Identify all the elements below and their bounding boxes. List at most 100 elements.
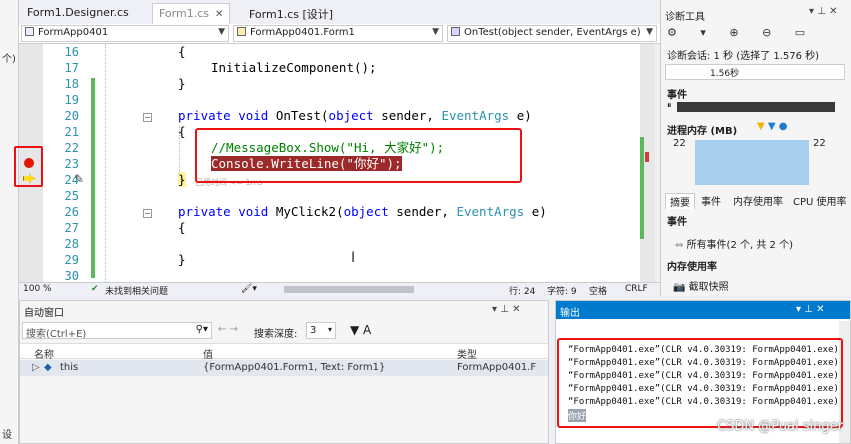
code-line: private void OnTest(object sender, Event…	[178, 108, 532, 123]
close-icon[interactable]: ✕	[215, 9, 223, 20]
chevron-down-icon: ▼	[218, 27, 225, 37]
left-tool-strip: 个) 设	[0, 0, 19, 444]
timeline-ruler[interactable]: 1.56秒	[665, 64, 845, 80]
panel-controls[interactable]: ▾ ⊥ ✕	[492, 304, 520, 315]
line-ending: CRLF	[625, 284, 648, 294]
line-number: 21	[64, 125, 79, 139]
document-tabs: Form1.Designer.cs Form1.cs ✕ Form1.cs [设计…	[19, 0, 660, 24]
member-dropdown[interactable]: OnTest(object sender, EventArgs e) ▼	[447, 25, 657, 42]
horizontal-scrollbar[interactable]	[284, 286, 414, 293]
panel-controls[interactable]: ▾ ⊥ ✕	[796, 304, 824, 315]
table-row[interactable]: ▷ ◆ this {FormApp0401.Form1, Text: Form1…	[20, 360, 548, 376]
line-number: 19	[64, 93, 79, 107]
diag-tab[interactable]: 内存使用率	[729, 193, 787, 208]
zoom-level[interactable]: 100 %	[23, 284, 52, 294]
take-snapshot-button[interactable]: 📷 截取快照	[673, 278, 729, 293]
line-number: 30	[64, 269, 79, 282]
gutter-highlight-box	[14, 146, 43, 187]
diagnostic-tools-panel: 诊断工具 ▾ ⊥ ✕ ⚙ ▾ ⊕ ⊖ ▭ 诊断会话: 1 秒 (选择了 1.57…	[660, 0, 851, 296]
memory-chart	[695, 140, 809, 185]
search-input[interactable]: 搜索(Ctrl+E) ⚲▾	[22, 322, 212, 340]
pencil-icon: ✎	[74, 172, 85, 186]
filter-icon[interactable]: ▼ A	[350, 323, 371, 337]
column-header-type[interactable]: 类型	[457, 346, 477, 361]
left-strip-label-2: 设	[2, 430, 12, 441]
output-highlight-box	[557, 338, 843, 428]
line-number: 23	[64, 157, 79, 171]
column-number: 字符: 9	[547, 287, 577, 297]
tab-label: Form1.cs	[159, 7, 209, 20]
code-line: }	[178, 76, 186, 91]
timeline-label: 1.56秒	[710, 69, 740, 79]
csharp-project-icon	[25, 27, 34, 36]
search-depth-label: 搜索深度:	[254, 329, 298, 340]
pause-icon: ⏸	[667, 101, 672, 111]
line-number: 18	[64, 77, 79, 91]
code-line: private void MyClick2(object sender, Eve…	[178, 204, 547, 219]
panel-controls[interactable]: ▾ ⊥ ✕	[809, 6, 837, 17]
object-icon: ◆	[44, 362, 52, 373]
watermark: CSDN @Pual singer	[717, 419, 843, 434]
events-section-header: 事件	[667, 217, 687, 228]
class-label: FormApp0401.Form1	[250, 27, 355, 38]
column-header-name[interactable]: 名称	[34, 346, 54, 361]
tab-label: Form1.Designer.cs	[27, 6, 129, 19]
line-number: 20	[64, 109, 79, 123]
tab-form1-designer[interactable]: Form1.Designer.cs	[21, 3, 135, 24]
whitespace-mode: 空格	[589, 287, 608, 297]
line-number: 29	[64, 253, 79, 267]
line-number: 27	[64, 221, 79, 235]
method-icon	[451, 27, 460, 36]
column-header-value[interactable]: 值	[203, 346, 213, 361]
panel-title: 自动窗口	[24, 308, 64, 319]
diag-toolbar[interactable]: ⚙ ▾ ⊕ ⊖ ▭	[667, 26, 847, 39]
search-placeholder: 搜索(Ctrl+E)	[26, 329, 87, 340]
text-cursor-icon: I	[351, 250, 356, 266]
session-label: 诊断会话: 1 秒 (选择了 1.576 秒)	[667, 51, 820, 62]
events-timeline[interactable]	[677, 102, 835, 112]
expand-icon[interactable]: ▷	[32, 362, 40, 373]
editor-status-bar: 100 % ✔ 未找到相关问题 🖌▾ 行: 24 字符: 9 空格 CRLF	[19, 282, 660, 297]
class-dropdown[interactable]: FormApp0401.Form1 ▼	[233, 25, 443, 42]
autos-window: 自动窗口 ▾ ⊥ ✕ 搜索(Ctrl+E) ⚲▾ ← → 搜索深度: 3 ▾ ▼ …	[19, 300, 549, 444]
brush-icon[interactable]: 🖌▾	[241, 284, 257, 294]
code-highlight-box	[195, 128, 522, 183]
column-header-row: 名称 值 类型	[20, 343, 548, 361]
code-line: {	[178, 44, 186, 59]
diag-tab[interactable]: 摘要	[665, 193, 695, 209]
editor-scrollbar[interactable]	[640, 44, 655, 282]
tab-form1-design[interactable]: Form1.cs [设计]	[243, 3, 339, 24]
row-value: {FormApp0401.Form1, Text: Form1}	[203, 362, 386, 373]
memory-usage-header: 内存使用率	[667, 262, 717, 273]
project-dropdown[interactable]: FormApp0401 ▼	[21, 25, 229, 42]
search-icon[interactable]: ⚲▾	[196, 324, 208, 335]
diag-tab[interactable]: CPU 使用率	[789, 193, 851, 208]
line-number: 17	[64, 61, 79, 75]
all-events-link[interactable]: ⇔ 所有事件(2 个, 共 2 个)	[675, 236, 793, 251]
row-type: FormApp0401.F	[457, 362, 537, 373]
fold-toggle[interactable]: −	[143, 113, 152, 122]
check-icon: ✔	[91, 284, 99, 294]
code-line: InitializeComponent();	[211, 60, 377, 75]
nav-arrows[interactable]: ← →	[218, 324, 238, 335]
fold-toggle[interactable]: −	[143, 209, 152, 218]
search-depth-select[interactable]: 3 ▾	[306, 322, 336, 339]
issues-label[interactable]: 未找到相关问题	[105, 284, 168, 297]
indent-guide	[105, 44, 106, 282]
project-label: FormApp0401	[38, 27, 109, 38]
panel-title: 诊断工具	[665, 12, 705, 23]
tab-form1-cs[interactable]: Form1.cs ✕	[152, 3, 231, 24]
chevron-down-icon: ▼	[646, 27, 653, 37]
class-icon	[237, 27, 246, 36]
memory-left-value: 22	[673, 138, 686, 149]
line-number: 26	[64, 205, 79, 219]
code-line: }	[178, 172, 186, 187]
diag-tab[interactable]: 事件	[697, 193, 725, 208]
code-line: {	[178, 220, 186, 235]
row-name: this	[60, 362, 79, 373]
memory-label: 进程内存 (MB)	[667, 126, 738, 137]
change-indicator	[91, 78, 95, 278]
line-number: 22	[64, 141, 79, 155]
line-number: 16	[64, 45, 79, 59]
code-line: }	[178, 252, 186, 267]
